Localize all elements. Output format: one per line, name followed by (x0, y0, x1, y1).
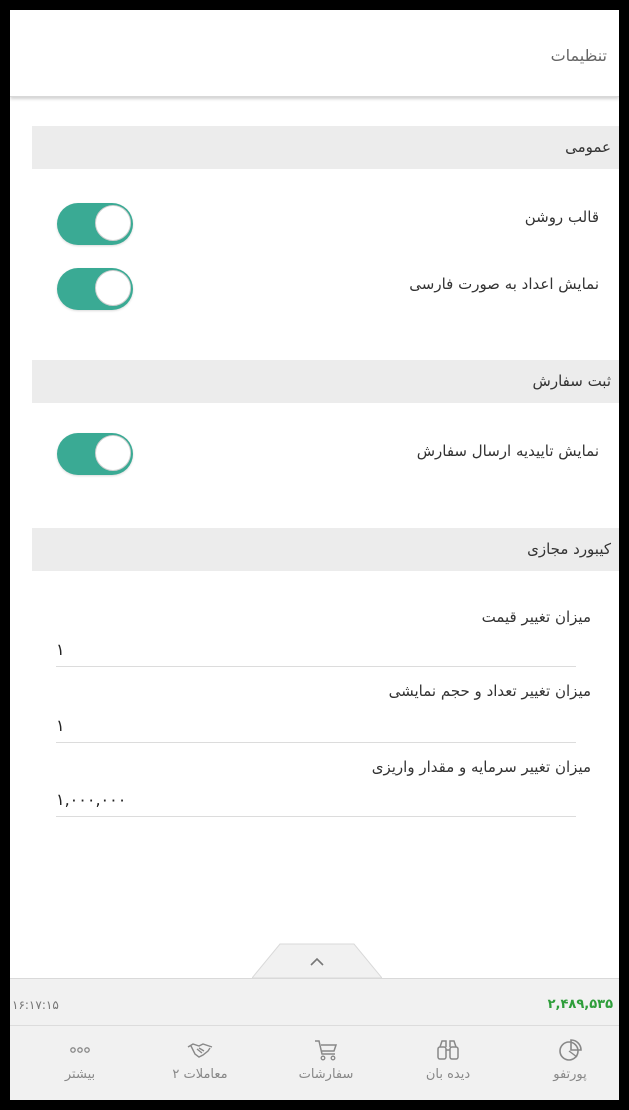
clock-text: ۱۶:۱۷:۱۵ (12, 998, 59, 1012)
handshake-icon (187, 1043, 213, 1058)
capital-step-input[interactable] (56, 786, 576, 817)
order-confirm-label: نمایش تاییدیه ارسال سفارش (416, 442, 599, 460)
bottom-bar: ۱۶:۱۷:۱۵ ۲,۴۸۹,۵۳۵ پورتفو دیده بان سفارش… (10, 978, 619, 1100)
toggle-knob (95, 205, 131, 241)
toggle-knob (95, 270, 131, 306)
header: تنظیمات (10, 10, 619, 97)
section-title: عمومی (565, 138, 611, 156)
persian-numbers-toggle[interactable] (57, 268, 133, 310)
settings-screen: تنظیمات عمومی قالب روشن نمایش اعداد به ص… (10, 10, 619, 1100)
persian-numbers-label: نمایش اعداد به صورت فارسی (409, 275, 599, 293)
pie-chart-icon (559, 1039, 582, 1061)
cart-icon (315, 1040, 338, 1061)
portfolio-value: ۲,۴۸۹,۵۳۵ (547, 997, 613, 1012)
expand-handle[interactable] (252, 942, 382, 978)
nav-trades[interactable]: معاملات ۲ (150, 1031, 250, 1095)
price-step-input[interactable] (56, 636, 576, 667)
nav-label: دیده بان (425, 1067, 471, 1082)
toggle-knob (95, 435, 131, 471)
section-title: کیبورد مجازی (527, 540, 611, 558)
nav-orders[interactable]: سفارشات (276, 1031, 376, 1095)
nav-watchlist[interactable]: دیده بان (398, 1031, 498, 1095)
capital-step-label: میزان تغییر سرمایه و مقدار واریزی (371, 758, 591, 776)
section-header-order: ثبت سفارش (32, 360, 619, 403)
section-header-keyboard: کیبورد مجازی (32, 528, 619, 571)
page-title: تنظیمات (550, 46, 607, 65)
qty-step-input[interactable] (56, 712, 576, 743)
light-theme-label: قالب روشن (524, 208, 599, 226)
nav-more[interactable]: بیشتر (30, 1031, 130, 1095)
nav-portfolio[interactable]: پورتفو (520, 1031, 619, 1095)
divider (10, 1025, 619, 1026)
binoculars-icon (437, 1040, 459, 1060)
section-header-general: عمومی (32, 126, 619, 169)
more-dots-icon (70, 1047, 90, 1053)
section-title: ثبت سفارش (532, 372, 611, 390)
order-confirm-toggle[interactable] (57, 433, 133, 475)
light-theme-toggle[interactable] (57, 203, 133, 245)
nav-label: بیشتر (64, 1067, 96, 1082)
nav-label: پورتفو (553, 1067, 587, 1082)
nav-label: سفارشات (298, 1067, 354, 1082)
qty-step-label: میزان تغییر تعداد و حجم نمایشی (388, 682, 591, 700)
nav-label: معاملات ۲ (172, 1067, 228, 1082)
price-step-label: میزان تغییر قیمت (481, 608, 591, 626)
